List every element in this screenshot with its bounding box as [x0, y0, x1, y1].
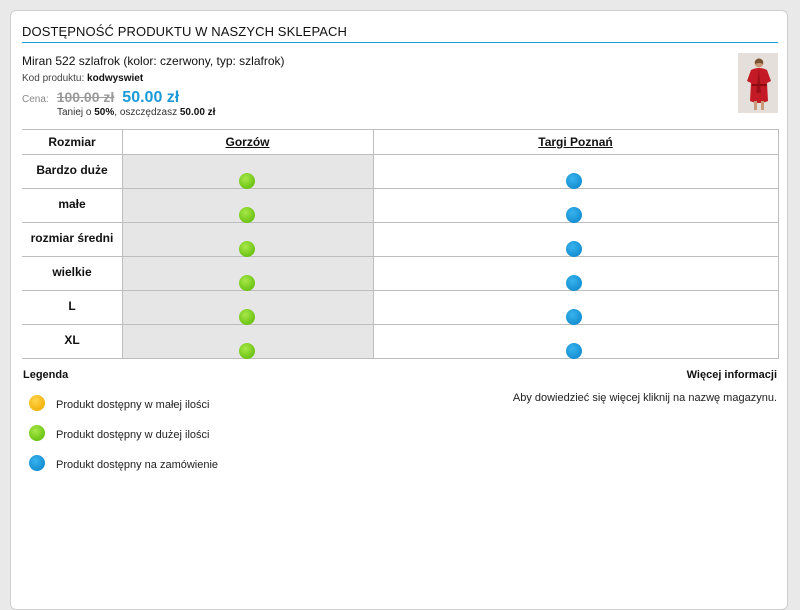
panel-title: DOSTĘPNOŚĆ PRODUKTU W NASZYCH SKLEPACH	[22, 24, 347, 39]
availability-dot-icon	[566, 241, 582, 257]
product-thumbnail[interactable]	[738, 53, 778, 113]
availability-dot-icon	[239, 309, 255, 325]
size-cell: L	[68, 299, 76, 313]
robe-photo-icon	[738, 53, 778, 113]
saving-percent: 50%	[94, 107, 115, 118]
row-divider	[22, 188, 778, 189]
more-info-text: Aby dowiedzieć się więcej kliknij na naz…	[512, 392, 777, 404]
store-header-gorzow[interactable]: Gorzów	[122, 130, 373, 155]
availability-dot-icon	[239, 343, 255, 359]
new-price: 50.00 zł	[122, 89, 180, 106]
row-divider	[22, 290, 778, 291]
on-order-dot-icon	[29, 455, 45, 471]
more-info-title: Więcej informacji	[686, 369, 777, 381]
legend-label: Produkt dostępny w małej ilości	[56, 398, 210, 411]
high-stock-dot-icon	[29, 425, 45, 441]
legend-item: Produkt dostępny w małej ilości	[29, 394, 209, 412]
row-divider	[22, 256, 778, 257]
title-divider	[22, 42, 778, 43]
size-cell: Bardzo duże	[36, 163, 108, 177]
product-code-value: kodwyswiet	[87, 73, 144, 84]
size-column-header: Rozmiar	[48, 135, 96, 149]
saving-amount: 50.00 zł	[179, 107, 216, 118]
saving-middle: , oszczędzasz	[114, 107, 178, 118]
legend-label: Produkt dostępny na zamówienie	[56, 458, 219, 471]
availability-dot-icon	[239, 207, 255, 223]
store-header-targi-poznan[interactable]: Targi Poznań	[373, 130, 778, 155]
legend-item: Produkt dostępny w dużej ilości	[29, 424, 209, 442]
availability-dot-icon	[239, 275, 255, 291]
old-price: 100.00 zł	[56, 89, 115, 105]
row-divider	[22, 324, 778, 325]
availability-dot-icon	[239, 173, 255, 189]
saving-prefix: Taniej o	[57, 107, 92, 118]
availability-dot-icon	[566, 173, 582, 189]
size-cell: wielkie	[52, 265, 92, 279]
price-label: Cena:	[22, 94, 49, 105]
price-row: Cena: 100.00 zł 50.00 zł	[22, 89, 179, 109]
size-cell: XL	[64, 333, 80, 347]
saving-info: Taniej o 50%, oszczędzasz 50.00 zł	[57, 107, 215, 118]
availability-dot-icon	[566, 275, 582, 291]
product-code-label: Kod produktu:	[22, 73, 85, 84]
size-cell: rozmiar średni	[30, 231, 114, 245]
size-cell: małe	[58, 197, 86, 211]
product-code: Kod produktu: kodwyswiet	[22, 73, 143, 84]
availability-dot-icon	[239, 241, 255, 257]
availability-dot-icon	[566, 207, 582, 223]
availability-table: Rozmiar Gorzów Targi Poznań Bardzo duże …	[22, 129, 779, 359]
low-stock-dot-icon	[29, 395, 45, 411]
legend-title: Legenda	[23, 369, 69, 381]
availability-panel: DOSTĘPNOŚĆ PRODUKTU W NASZYCH SKLEPACH M…	[10, 10, 788, 610]
legend-label: Produkt dostępny w dużej ilości	[56, 428, 210, 441]
availability-dot-icon	[566, 309, 582, 325]
legend-item: Produkt dostępny na zamówienie	[29, 454, 218, 472]
availability-dot-icon	[566, 343, 582, 359]
row-divider	[22, 222, 778, 223]
product-name: Miran 522 szlafrok (kolor: czerwony, typ…	[22, 54, 285, 68]
